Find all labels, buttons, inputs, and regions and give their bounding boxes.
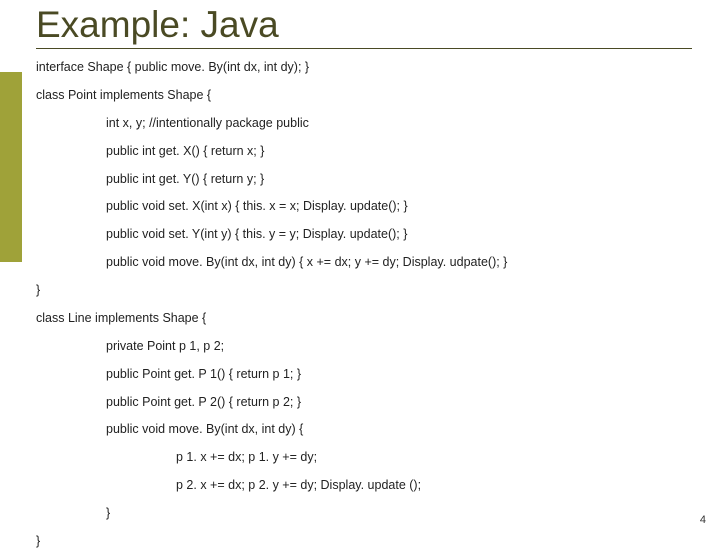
code-line: class Line implements Shape { [36, 310, 692, 327]
code-line: } [36, 282, 692, 299]
code-line: public void set. Y(int y) { this. y = y;… [106, 226, 692, 243]
code-line: public void move. By(int dx, int dy) { x… [106, 254, 692, 271]
code-line: } [106, 505, 692, 522]
slide-title: Example: Java [36, 4, 692, 46]
accent-bar [0, 72, 22, 262]
code-line: public int get. X() { return x; } [106, 143, 692, 160]
code-line: public Point get. P 2() { return p 2; } [106, 394, 692, 411]
code-line: private Point p 1, p 2; [106, 338, 692, 355]
code-line: p 2. x += dx; p 2. y += dy; Display. upd… [176, 477, 692, 494]
code-line: public int get. Y() { return y; } [106, 171, 692, 188]
title-divider [36, 48, 692, 49]
code-line: public void move. By(int dx, int dy) { [106, 421, 692, 438]
code-line: int x, y; //intentionally package public [106, 115, 692, 132]
code-line: public Point get. P 1() { return p 1; } [106, 366, 692, 383]
code-line: class Point implements Shape { [36, 87, 692, 104]
slide-content: Example: Java interface Shape { public m… [0, 0, 720, 550]
code-line: } [36, 533, 692, 550]
code-block: interface Shape { public move. By(int dx… [36, 59, 692, 550]
code-line: interface Shape { public move. By(int dx… [36, 59, 692, 76]
code-line: p 1. x += dx; p 1. y += dy; [176, 449, 692, 466]
code-line: public void set. X(int x) { this. x = x;… [106, 198, 692, 215]
page-number: 4 [700, 514, 706, 526]
